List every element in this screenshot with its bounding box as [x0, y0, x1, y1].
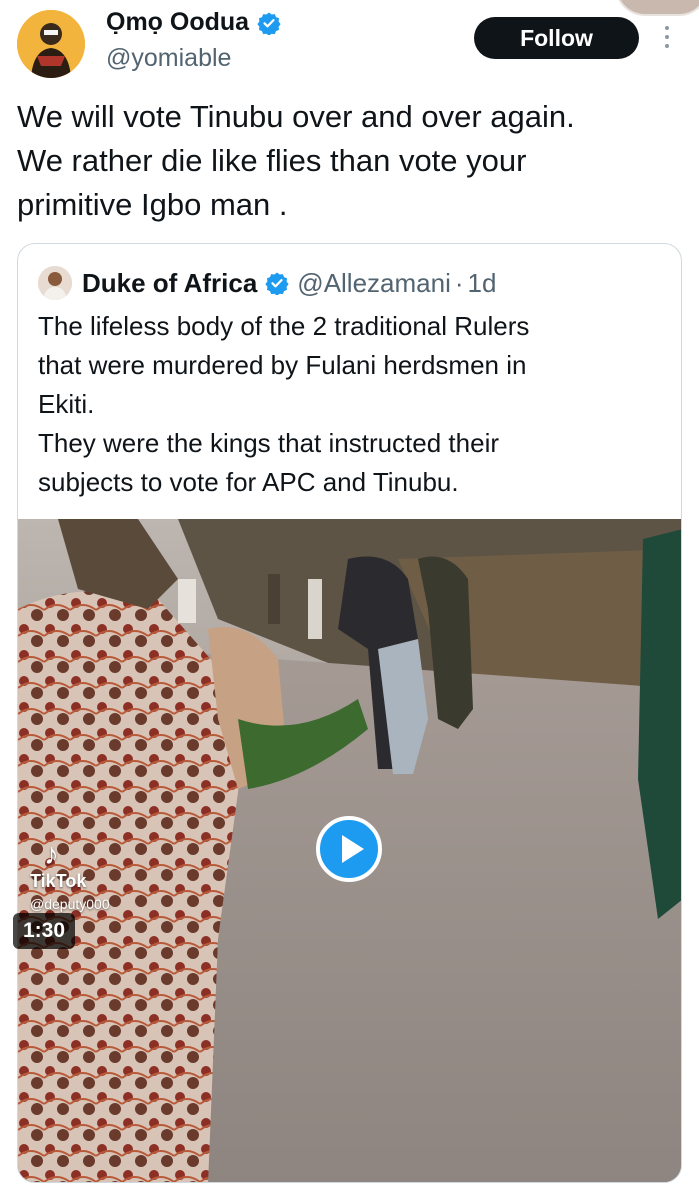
quoted-author-name[interactable]: Duke of Africa [82, 268, 257, 299]
quoted-tweet-card[interactable]: Duke of Africa @Allezamani · 1d The life… [17, 243, 682, 1183]
timestamp-separator: · [454, 267, 464, 298]
quoted-timestamp[interactable]: 1d [468, 268, 497, 299]
quoted-tweet-header: Duke of Africa @Allezamani · 1d [38, 266, 496, 300]
video-duration-badge: 1:30 [13, 913, 75, 949]
tweet-text: We will vote Tinubu over and over again.… [17, 99, 575, 222]
more-options-icon[interactable] [663, 24, 671, 52]
quoted-tweet-text: The lifeless body of the 2 traditional R… [38, 311, 530, 497]
author-avatar[interactable] [17, 10, 85, 78]
tiktok-watermark: ♪ TikTok @deputy000 [30, 838, 110, 913]
quoted-author-avatar[interactable] [38, 266, 72, 300]
partial-avatar-edge [615, 0, 699, 16]
tiktok-username: @deputy000 [30, 896, 110, 912]
author-handle[interactable]: @yomiable [106, 44, 231, 73]
author-name-text[interactable]: Ọmọ Oodua [106, 8, 249, 37]
author-name[interactable]: Ọmọ Oodua [106, 8, 281, 37]
video-player[interactable]: ♪ TikTok @deputy000 [18, 519, 681, 1182]
tiktok-icon: ♪ [44, 838, 59, 871]
play-button[interactable] [316, 816, 382, 882]
verified-badge-icon [265, 272, 289, 295]
quoted-author-handle[interactable]: @Allezamani [297, 268, 451, 299]
tiktok-brand: TikTok [30, 871, 87, 891]
verified-badge-icon [257, 12, 281, 35]
follow-button[interactable]: Follow [474, 17, 639, 59]
play-icon [316, 816, 382, 882]
